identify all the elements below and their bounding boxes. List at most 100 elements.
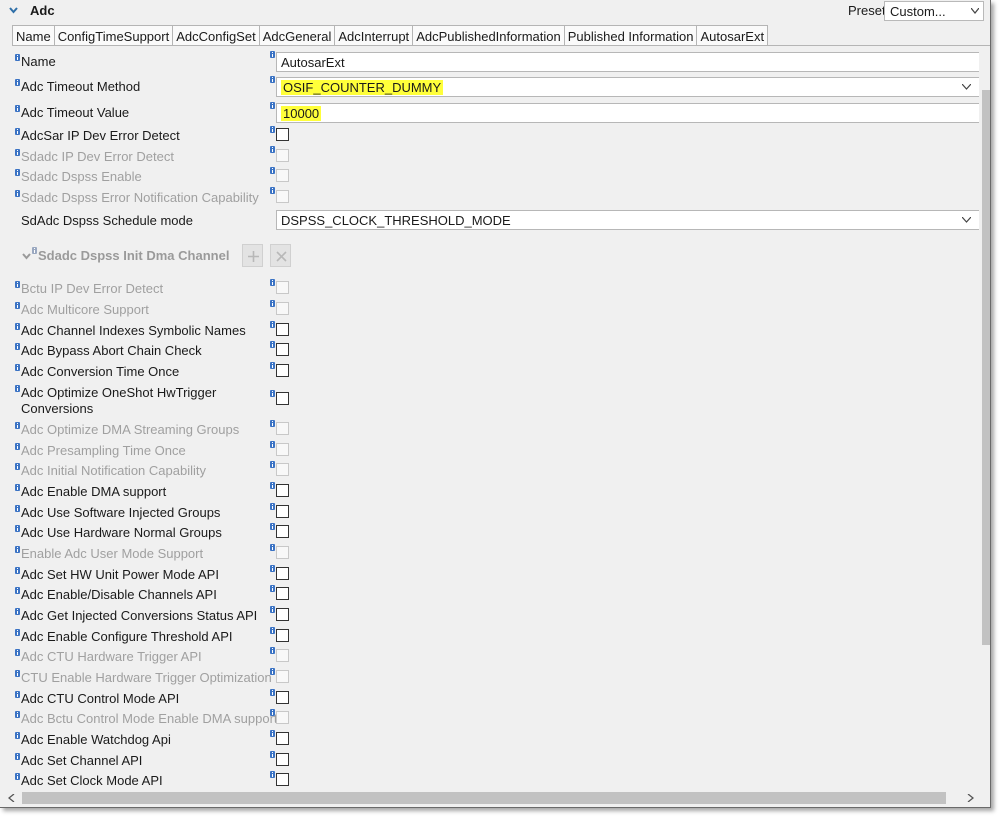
tab-autosar-ext[interactable]: AutosarExt <box>696 25 769 46</box>
info-icon <box>270 126 275 133</box>
info-icon <box>15 567 20 574</box>
timeout-value-label: Adc Timeout Value <box>21 105 130 120</box>
tab-name[interactable]: Name <box>12 25 54 46</box>
get-injected-status-checkbox[interactable] <box>276 608 289 621</box>
timeout-value-field[interactable]: 10000 <box>276 103 979 123</box>
info-icon <box>270 647 275 654</box>
chevron-down-icon[interactable] <box>9 6 18 15</box>
scroll-right-icon[interactable] <box>967 794 974 802</box>
info-icon <box>270 146 275 153</box>
sdadc-ip-dev-error-checkbox <box>276 149 289 162</box>
name-field[interactable]: AutosarExt <box>276 52 979 72</box>
multicore-support-checkbox <box>276 302 289 315</box>
optimize-oneshot-checkbox[interactable] <box>276 392 289 405</box>
conversion-time-once-checkbox[interactable] <box>276 364 289 377</box>
tab-config-time-support[interactable]: ConfigTimeSupport <box>53 25 173 46</box>
preset-dropdown[interactable]: Custom... <box>884 1 984 21</box>
info-icon <box>15 128 20 135</box>
use-sw-injected-groups-checkbox[interactable] <box>276 505 289 518</box>
set-clock-mode-api-checkbox[interactable] <box>276 773 289 786</box>
set-clock-mode-api-label: Adc Set Clock Mode API <box>21 773 163 788</box>
info-icon <box>270 390 275 397</box>
enable-disable-channels-label: Adc Enable/Disable Channels API <box>21 587 217 602</box>
optimize-oneshot-line1-label: Adc Optimize OneShot HwTrigger <box>21 385 217 400</box>
sdadc-ip-dev-error-label: Sdadc IP Dev Error Detect <box>21 149 174 164</box>
adcsar-ip-dev-error-label: AdcSar IP Dev Error Detect <box>21 128 180 143</box>
set-channel-api-checkbox[interactable] <box>276 753 289 766</box>
info-icon <box>15 281 20 288</box>
section-header: Adc Preset Custom... <box>0 0 990 22</box>
info-icon <box>15 753 20 760</box>
initial-notif-capability-checkbox <box>276 463 289 476</box>
preset-value: Custom... <box>890 4 946 19</box>
info-icon <box>270 482 275 489</box>
info-icon <box>270 523 275 530</box>
enable-disable-channels-checkbox[interactable] <box>276 587 289 600</box>
enable-configure-threshold-checkbox[interactable] <box>276 629 289 642</box>
enable-watchdog-api-checkbox[interactable] <box>276 732 289 745</box>
remove-button[interactable] <box>270 244 291 267</box>
enable-configure-threshold-label: Adc Enable Configure Threshold API <box>21 629 233 644</box>
get-injected-status-label: Adc Get Injected Conversions Status API <box>21 608 258 623</box>
tab-published-information[interactable]: Published Information <box>563 25 697 46</box>
use-sw-injected-groups-label: Adc Use Software Injected Groups <box>21 505 221 520</box>
scroll-left-icon[interactable] <box>8 794 15 802</box>
channel-indexes-symbolic-label: Adc Channel Indexes Symbolic Names <box>21 323 246 338</box>
tab-adc-interrupt[interactable]: AdcInterrupt <box>334 25 413 46</box>
sdadc-dspss-error-notif-label: Sdadc Dspss Error Notification Capabilit… <box>21 190 259 205</box>
info-icon <box>32 247 37 254</box>
add-button[interactable] <box>242 244 263 267</box>
vertical-scroll-thumb[interactable] <box>982 90 990 645</box>
info-icon <box>270 441 275 448</box>
info-icon <box>15 302 20 309</box>
sdadc-dspss-enable-checkbox <box>276 169 289 182</box>
timeout-method-dropdown[interactable]: OSIF_COUNTER_DUMMY <box>276 77 979 97</box>
info-icon <box>15 169 20 176</box>
horizontal-scroll-thumb[interactable] <box>22 792 946 804</box>
close-icon <box>276 251 287 262</box>
info-icon <box>270 606 275 613</box>
chevron-down-icon <box>962 217 971 223</box>
info-icon <box>270 362 275 369</box>
adcsar-ip-dev-error-checkbox[interactable] <box>276 128 289 141</box>
ctu-control-mode-api-checkbox[interactable] <box>276 691 289 704</box>
schedule-mode-value: DSPSS_CLOCK_THRESHOLD_MODE <box>281 213 511 228</box>
tab-adc-published-information[interactable]: AdcPublishedInformation <box>412 25 564 46</box>
info-icon <box>270 461 275 468</box>
info-icon <box>270 503 275 510</box>
info-icon <box>270 730 275 737</box>
sdadc-dspss-enable-label: Sdadc Dspss Enable <box>21 169 142 184</box>
preset-label: Preset <box>848 3 886 18</box>
schedule-mode-dropdown[interactable]: DSPSS_CLOCK_THRESHOLD_MODE <box>276 210 979 230</box>
info-icon <box>270 544 275 551</box>
info-icon <box>270 51 275 58</box>
tab-bar: Name ConfigTimeSupport AdcConfigSet AdcG… <box>12 25 769 46</box>
schedule-mode-label: SdAdc Dspss Schedule mode <box>21 213 193 228</box>
use-hw-normal-groups-checkbox[interactable] <box>276 525 289 538</box>
channel-indexes-symbolic-checkbox[interactable] <box>276 323 289 336</box>
set-hw-unit-power-checkbox[interactable] <box>276 567 289 580</box>
info-icon <box>15 732 20 739</box>
info-icon <box>15 190 20 197</box>
tab-adc-config-set[interactable]: AdcConfigSet <box>172 25 259 46</box>
info-icon <box>15 385 20 392</box>
info-icon <box>15 105 20 112</box>
info-icon <box>15 364 20 371</box>
sdadc-dspss-error-notif-checkbox <box>276 190 289 203</box>
info-icon <box>270 341 275 348</box>
ctu-control-mode-api-label: Adc CTU Control Mode API <box>21 691 180 706</box>
enable-dma-support-label: Adc Enable DMA support <box>21 484 167 499</box>
chevron-down-icon[interactable] <box>22 253 31 260</box>
plus-icon <box>248 251 259 262</box>
bypass-abort-chain-checkbox[interactable] <box>276 343 289 356</box>
info-icon <box>270 187 275 194</box>
info-icon <box>270 585 275 592</box>
info-icon <box>270 102 275 109</box>
info-icon <box>15 79 20 86</box>
ctu-enable-hw-trigger-opt-checkbox <box>276 670 289 683</box>
info-icon <box>270 771 275 778</box>
info-icon <box>270 668 275 675</box>
enable-dma-support-checkbox[interactable] <box>276 484 289 497</box>
tab-adc-general[interactable]: AdcGeneral <box>258 25 335 46</box>
adc-config-panel: Adc Preset Custom... Name ConfigTimeSupp… <box>0 0 991 808</box>
